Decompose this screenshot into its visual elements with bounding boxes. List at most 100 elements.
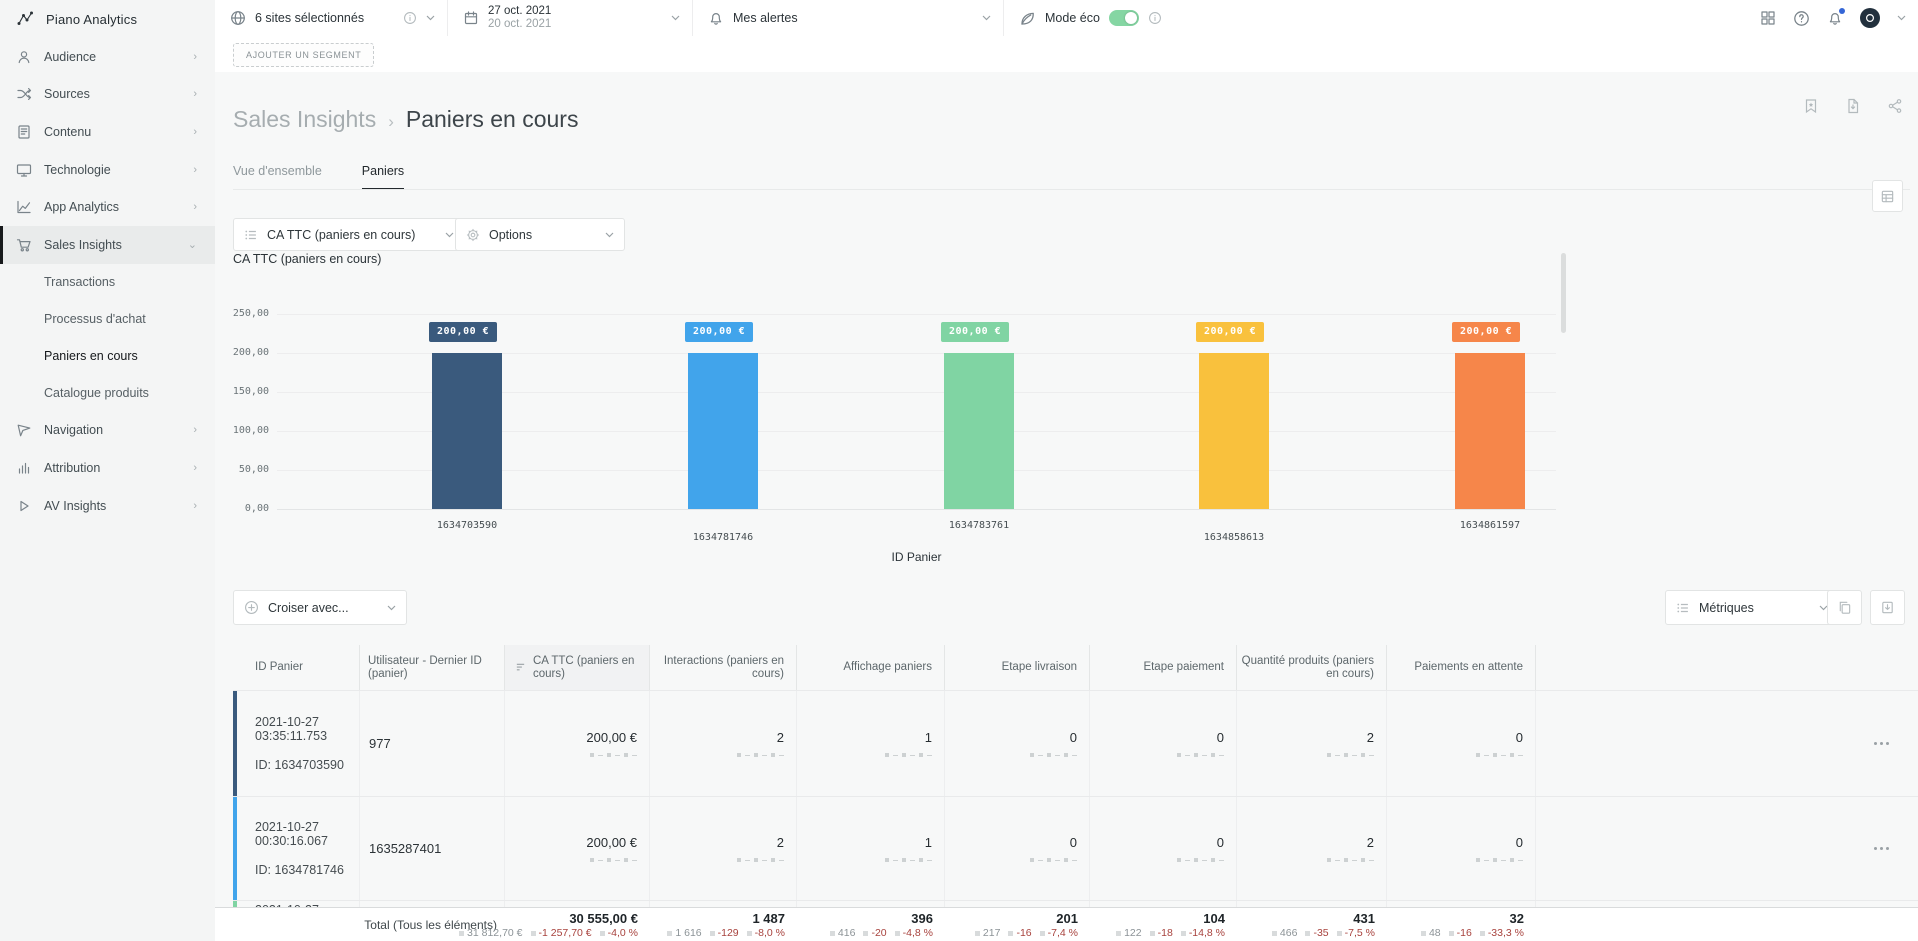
sidebar-item-sources[interactable]: Sources› bbox=[0, 76, 215, 114]
x-tick: 1634781746 bbox=[653, 532, 793, 543]
apps-grid-icon[interactable] bbox=[1760, 10, 1776, 26]
alerts-selector[interactable]: Mes alertes bbox=[693, 0, 1004, 36]
chevron-down-icon bbox=[426, 15, 435, 21]
metric-value: 0 bbox=[1217, 730, 1224, 745]
col-header-affichage-paniers[interactable]: Affichage paniers bbox=[797, 645, 945, 690]
id-panier-cell: 2021-10-27 00:30:16.067 ID: 1634781746 bbox=[233, 797, 360, 900]
col-header-ca-ttc[interactable]: CA TTC (paniers en cours) bbox=[505, 645, 650, 690]
sidebar-item-av-insights[interactable]: AV Insights› bbox=[0, 487, 215, 525]
chart-data-view-toggle-button[interactable] bbox=[1872, 180, 1903, 212]
metric-value: 0 bbox=[1516, 730, 1523, 745]
col-header-etape-livraison[interactable]: Etape livraison bbox=[945, 645, 1090, 690]
breadcrumb-parent[interactable]: Sales Insights bbox=[233, 106, 376, 133]
chevron-down-icon bbox=[605, 232, 614, 238]
brand-label: Piano Analytics bbox=[46, 12, 137, 27]
eco-mode-label: Mode éco bbox=[1045, 11, 1100, 25]
sidebar-subitem-processus-achat[interactable]: Processus d'achat bbox=[0, 301, 215, 338]
chevron-right-icon: › bbox=[193, 424, 197, 436]
sidebar-item-audience[interactable]: Audience› bbox=[0, 38, 215, 76]
segment-bar: AJOUTER UN SEGMENT bbox=[215, 36, 1918, 73]
alerts-label: Mes alertes bbox=[733, 11, 798, 25]
sidebar-subitem-paniers-en-cours[interactable]: Paniers en cours bbox=[0, 338, 215, 375]
attribution-icon bbox=[16, 460, 32, 476]
sparkline bbox=[737, 858, 784, 862]
info-icon[interactable] bbox=[1148, 11, 1162, 25]
chevron-down-icon[interactable] bbox=[1897, 15, 1906, 21]
col-header-quantite-produits[interactable]: Quantité produits (paniers en cours) bbox=[1237, 645, 1387, 690]
info-icon[interactable] bbox=[403, 11, 417, 25]
metric-value: 2 bbox=[1367, 835, 1374, 850]
audience-icon bbox=[16, 49, 32, 65]
cross-with-dropdown[interactable]: Croiser avec... bbox=[233, 590, 407, 625]
site-selector[interactable]: 6 sites sélectionnés bbox=[215, 0, 448, 36]
eco-mode-toggle[interactable] bbox=[1109, 10, 1139, 26]
content-icon bbox=[16, 124, 32, 140]
sidebar-item-sales-insights[interactable]: Sales Insights⌄ bbox=[0, 226, 215, 264]
sidebar-item-app-analytics[interactable]: App Analytics› bbox=[0, 188, 215, 226]
dimension-dropdown[interactable]: CA TTC (paniers en cours) bbox=[233, 218, 465, 251]
metric-value: 200,00 € bbox=[586, 730, 637, 745]
date-range-picker[interactable]: 27 oct. 202120 oct. 2021 bbox=[448, 0, 693, 36]
metric-value: 2 bbox=[777, 835, 784, 850]
chevron-down-icon bbox=[671, 15, 680, 21]
list-icon bbox=[1676, 601, 1690, 615]
sparkline bbox=[1177, 858, 1224, 862]
y-tick: 100,00 bbox=[225, 425, 269, 436]
help-icon[interactable] bbox=[1793, 10, 1810, 27]
options-dropdown[interactable]: Options bbox=[455, 218, 625, 251]
scrollbar-thumb[interactable] bbox=[1561, 253, 1566, 333]
bookmark-star-icon[interactable] bbox=[1803, 98, 1819, 114]
bar-1634783761[interactable] bbox=[944, 353, 1014, 509]
row-color-bar bbox=[233, 691, 237, 796]
sidebar-item-attribution[interactable]: Attribution› bbox=[0, 449, 215, 487]
metric-value: 200,00 € bbox=[586, 835, 637, 850]
col-header-paiements-en-attente[interactable]: Paiements en attente bbox=[1387, 645, 1536, 690]
sidebar-item-technologie[interactable]: Technologie› bbox=[0, 151, 215, 189]
tabs: Vue d'ensemble Paniers bbox=[233, 164, 404, 190]
chevron-right-icon: › bbox=[193, 201, 197, 213]
page-title: Paniers en cours bbox=[406, 106, 579, 133]
piano-analytics-logo-icon bbox=[16, 10, 34, 28]
col-header-etape-paiement[interactable]: Etape paiement bbox=[1090, 645, 1237, 690]
sparkline bbox=[590, 753, 637, 757]
add-segment-button[interactable]: AJOUTER UN SEGMENT bbox=[233, 43, 374, 67]
tab-paniers[interactable]: Paniers bbox=[362, 164, 404, 190]
col-header-actions bbox=[1536, 645, 1918, 690]
bar-value-label: 200,00 € bbox=[1196, 322, 1264, 342]
copy-table-button[interactable] bbox=[1827, 590, 1862, 625]
bar-1634781746[interactable] bbox=[688, 353, 758, 509]
download-table-button[interactable] bbox=[1870, 590, 1905, 625]
plus-circle-icon bbox=[244, 600, 259, 615]
share-icon[interactable] bbox=[1887, 98, 1903, 114]
eco-mode: Mode éco bbox=[1004, 0, 1221, 36]
calendar-icon bbox=[463, 10, 479, 26]
metric-value: 0 bbox=[1516, 835, 1523, 850]
user-avatar[interactable] bbox=[1860, 8, 1880, 28]
navigation-icon bbox=[16, 422, 32, 438]
sidebar-subitem-catalogue-produits[interactable]: Catalogue produits bbox=[0, 375, 215, 412]
col-header-id-panier[interactable]: ID Panier bbox=[233, 645, 360, 690]
notifications-bell-icon[interactable] bbox=[1827, 10, 1843, 26]
metric-value: 1 bbox=[925, 730, 932, 745]
col-header-utilisateur[interactable]: Utilisateur - Dernier ID (panier) bbox=[360, 645, 505, 690]
sparkline bbox=[885, 858, 932, 862]
row-menu-button[interactable] bbox=[1872, 735, 1890, 753]
row-menu-button[interactable] bbox=[1872, 840, 1890, 858]
site-selector-label: 6 sites sélectionnés bbox=[255, 11, 364, 25]
y-tick: 50,00 bbox=[225, 464, 269, 475]
sidebar-item-contenu[interactable]: Contenu› bbox=[0, 113, 215, 151]
bar-1634861597[interactable] bbox=[1455, 353, 1525, 509]
sidebar-subitem-transactions[interactable]: Transactions bbox=[0, 264, 215, 301]
sidebar-item-navigation[interactable]: Navigation› bbox=[0, 412, 215, 450]
globe-icon bbox=[230, 10, 246, 26]
tab-vue-densemble[interactable]: Vue d'ensemble bbox=[233, 164, 322, 190]
col-header-interactions[interactable]: Interactions (paniers en cours) bbox=[650, 645, 797, 690]
gear-icon bbox=[466, 228, 480, 242]
data-table: ID Panier Utilisateur - Dernier ID (pani… bbox=[233, 645, 1918, 941]
metrics-dropdown[interactable]: Métriques bbox=[1665, 590, 1839, 625]
bar-1634703590[interactable] bbox=[432, 353, 502, 509]
export-report-icon[interactable] bbox=[1845, 98, 1861, 114]
total-value: 104 bbox=[1203, 911, 1225, 926]
sidebar: Piano Analytics Audience› Sources› Conte… bbox=[0, 0, 216, 941]
bar-1634858613[interactable] bbox=[1199, 353, 1269, 509]
